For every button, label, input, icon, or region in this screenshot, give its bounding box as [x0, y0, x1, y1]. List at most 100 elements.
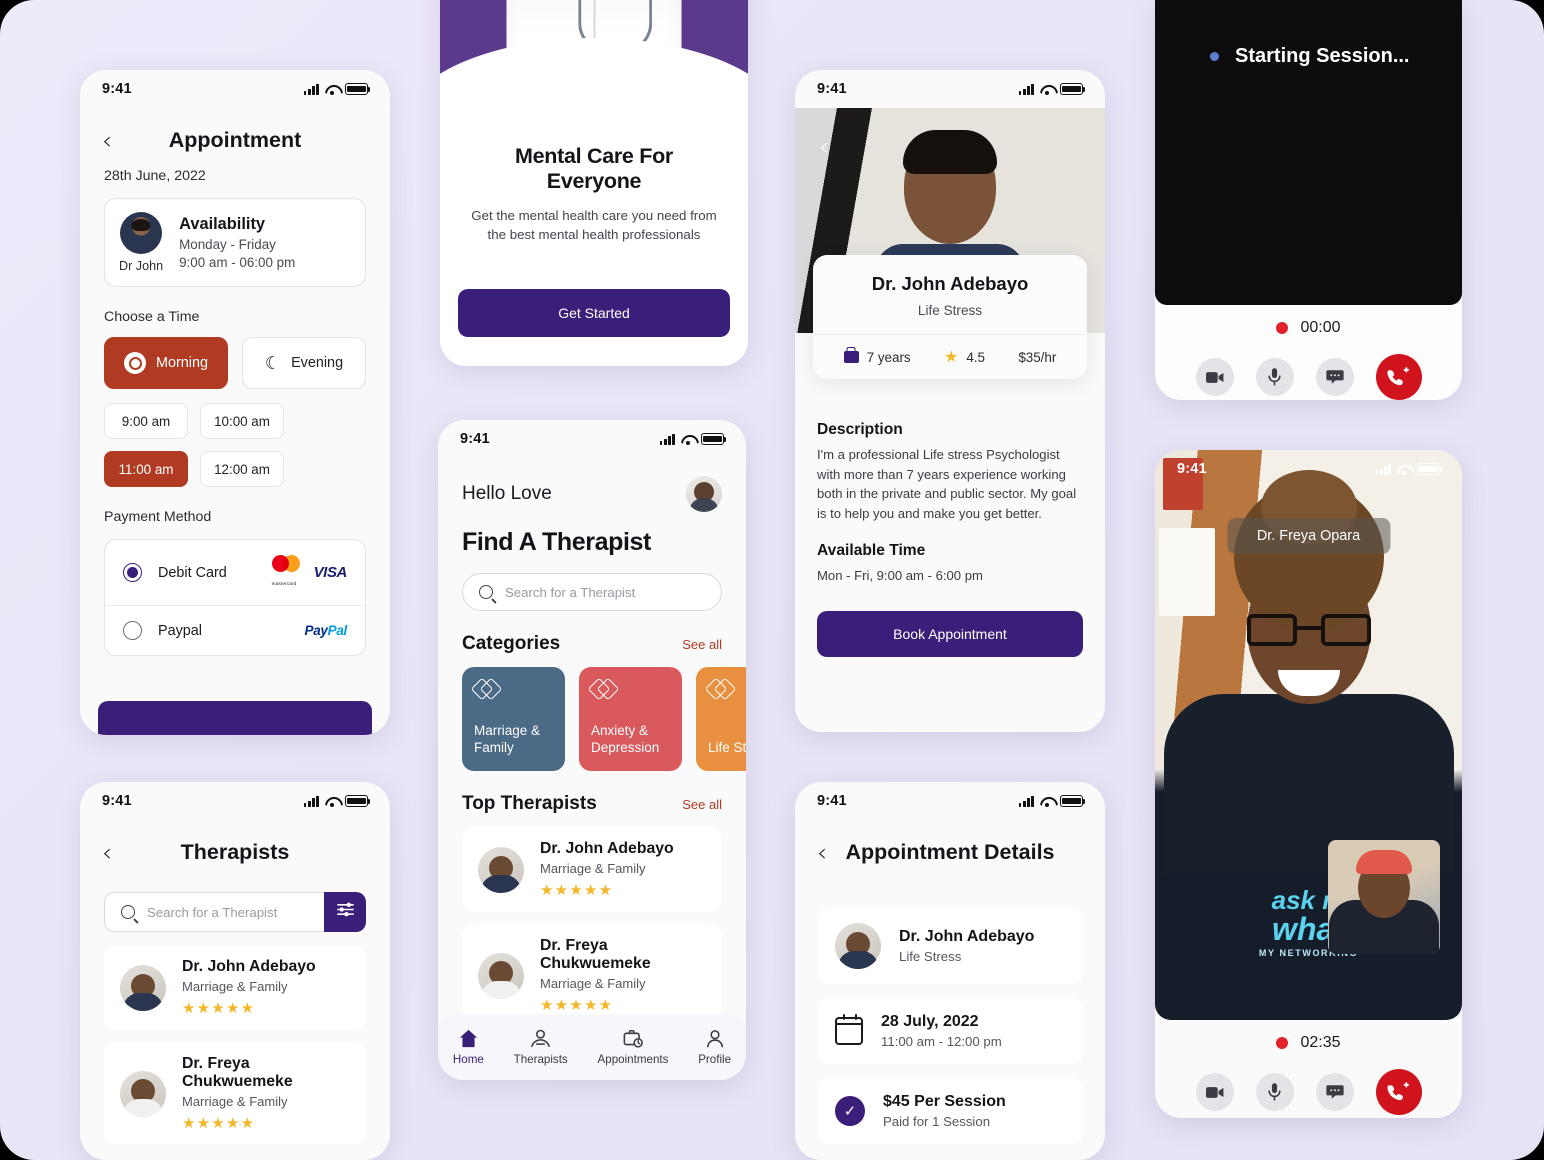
available-time-text: Mon - Fri, 9:00 am - 6:00 pm	[817, 567, 983, 583]
video-icon[interactable]	[1195, 358, 1234, 396]
period-evening[interactable]: ☾ Evening	[242, 337, 366, 389]
diamond-icon	[704, 677, 737, 701]
get-started-button[interactable]: Get Started	[458, 288, 730, 337]
sliders-icon	[336, 901, 355, 923]
therapist-info: Dr. John Adebayo Life Stress	[899, 928, 1034, 964]
availability-title: Availability	[179, 215, 266, 233]
time-slot[interactable]: 9:00 am	[104, 403, 188, 439]
period-morning[interactable]: Morning	[104, 337, 228, 389]
radio-paypal[interactable]	[123, 621, 142, 640]
category-label: Life Stress	[708, 740, 746, 756]
therapist-name: Dr. John Adebayo	[540, 840, 674, 857]
time-slot[interactable]: 12:00 am	[200, 451, 284, 487]
doctor-avatar-block: Dr John	[119, 212, 163, 273]
chat-icon[interactable]	[1315, 358, 1354, 396]
schedule-card[interactable]: 28 July, 2022 11:00 am - 12:00 pm	[817, 998, 1083, 1064]
payment-amount: $45 Per Session	[883, 1093, 1006, 1110]
status-time: 9:41	[102, 81, 132, 97]
signal-icon	[1018, 83, 1034, 95]
search-row: Search for a Therapist	[104, 892, 366, 932]
screen-appointment: 9:41 ‹ Appointment 28th June, 2022 Dr Jo…	[80, 70, 390, 735]
avatar	[478, 846, 524, 893]
page-title: Therapists	[180, 839, 290, 864]
back-icon[interactable]: ‹	[102, 128, 112, 153]
schedule-info: 28 July, 2022 11:00 am - 12:00 pm	[881, 1013, 1002, 1049]
payment-option-paypal[interactable]: Paypal PayPal	[105, 605, 365, 655]
availability-info: Availability Monday - Friday 9:00 am - 0…	[179, 215, 295, 270]
confirm-button[interactable]	[98, 701, 372, 735]
mic-icon[interactable]	[1255, 358, 1294, 396]
back-icon[interactable]: ‹	[819, 134, 829, 159]
nav-bar: ‹ Appointment Details	[795, 820, 1105, 876]
therapist-info: Dr. Freya Chukwuemeke Marriage & Family …	[540, 937, 706, 1014]
book-appointment-button[interactable]: Book Appointment	[817, 611, 1083, 658]
battery-icon	[1060, 83, 1086, 95]
nav-bar: ‹ Therapists	[80, 820, 390, 876]
category-card[interactable]: Life Stress	[696, 667, 746, 771]
time-slot-selected[interactable]: 11:00 am	[104, 451, 188, 487]
category-card[interactable]: Anxiety & Depression	[579, 667, 682, 771]
payment-card[interactable]: ✓ $45 Per Session Paid for 1 Session	[817, 1078, 1083, 1144]
onboarding-body: Mental Care For Everyone Get the mental …	[440, 110, 748, 245]
list-item[interactable]: Dr. John Adebayo Marriage & Family ★★★★★	[462, 827, 722, 912]
search-input[interactable]: Search for a Therapist	[104, 892, 324, 932]
signal-icon	[303, 795, 319, 807]
chat-icon[interactable]	[1315, 1073, 1354, 1111]
status-time: 9:41	[1177, 461, 1207, 477]
home-heading: Find A Therapist	[462, 528, 651, 556]
therapist-specialty: Marriage & Family	[540, 861, 646, 876]
tab-appointments[interactable]: Appointments	[598, 1029, 668, 1066]
tab-profile[interactable]: Profile	[698, 1029, 731, 1066]
category-card[interactable]: Marriage & Family	[462, 667, 565, 771]
wifi-icon	[1040, 796, 1054, 807]
diamond-icon	[470, 677, 503, 701]
payment-option-debit-card[interactable]: Debit Card mastercard VISA	[105, 540, 365, 605]
avatar	[120, 964, 166, 1011]
status-time: 9:41	[817, 81, 847, 97]
radio-debit-card[interactable]	[123, 563, 142, 582]
video-icon[interactable]	[1195, 1073, 1234, 1111]
recording-row: 00:00	[1155, 319, 1462, 337]
appointment-date: 28th June, 2022	[104, 168, 206, 184]
period-toggle: Morning ☾ Evening	[80, 325, 390, 389]
therapist-card[interactable]: Dr. John Adebayo Life Stress	[817, 908, 1083, 984]
categories-see-all[interactable]: See all	[682, 637, 722, 652]
time-slot[interactable]: 10:00 am	[200, 403, 284, 439]
filter-button[interactable]	[324, 892, 366, 932]
end-call-icon[interactable]	[1375, 1069, 1422, 1115]
status-bar: 9:41	[795, 70, 1105, 108]
onboarding-title: Mental Care For Everyone	[515, 144, 673, 193]
back-icon[interactable]: ‹	[102, 840, 112, 865]
screen-therapist-detail: 9:41 ‹ Dr. John Adebayo Life Stress 7 ye…	[795, 70, 1105, 732]
back-icon[interactable]: ‹	[817, 840, 827, 865]
tab-home[interactable]: Home	[453, 1029, 484, 1066]
search-input[interactable]: Search for a Therapist	[462, 573, 722, 611]
calendar-icon	[835, 1014, 863, 1045]
onboarding-subtitle: Get the mental health care you need from…	[471, 208, 717, 243]
page-title: Appointment Details	[845, 839, 1055, 864]
self-view-thumbnail[interactable]	[1328, 840, 1440, 954]
doctor-photo	[506, 0, 682, 110]
avatar[interactable]	[686, 476, 722, 512]
wifi-icon	[1040, 84, 1054, 95]
avatar	[120, 1070, 166, 1117]
status-dot-icon	[1210, 52, 1219, 61]
tab-therapists[interactable]: Therapists	[514, 1029, 568, 1066]
end-call-icon[interactable]	[1375, 354, 1422, 400]
person-icon	[705, 1029, 725, 1048]
therapist-specialty: Marriage & Family	[540, 976, 646, 991]
card-logos: mastercard VISA	[271, 555, 347, 590]
mic-icon[interactable]	[1255, 1073, 1294, 1111]
home-header: Hello Love	[438, 458, 746, 512]
therapist-name: Dr. John Adebayo	[182, 958, 316, 975]
list-item[interactable]: Dr. Freya Chukwuemeke Marriage & Family …	[462, 924, 722, 1027]
home-icon	[458, 1029, 479, 1048]
period-morning-label: Morning	[156, 355, 208, 371]
availability-days: Monday - Friday	[179, 237, 276, 252]
therapist-specialty: Marriage & Family	[182, 979, 288, 994]
top-therapists-see-all[interactable]: See all	[682, 797, 722, 812]
table-row[interactable]: Dr. John Adebayo Marriage & Family ★★★★★	[104, 946, 366, 1029]
table-row[interactable]: Dr. Freya Chukwuemeke Marriage & Family …	[104, 1043, 366, 1144]
category-label: Anxiety & Depression	[591, 722, 660, 756]
signal-icon	[1375, 463, 1391, 475]
